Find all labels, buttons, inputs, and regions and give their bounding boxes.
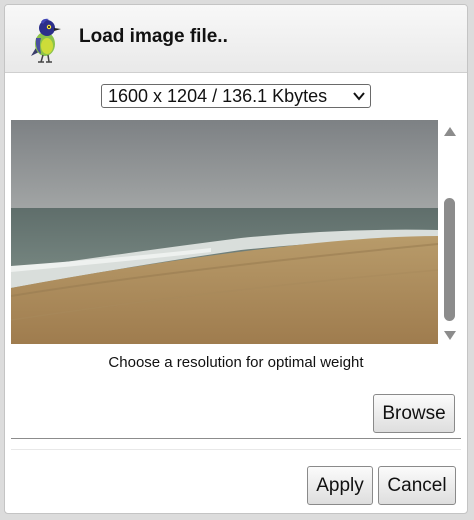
resolution-select-value: 1600 x 1204 / 136.1 Kbytes	[108, 86, 328, 106]
preview-scrollbar[interactable]	[441, 120, 459, 344]
bird-logo-icon	[31, 18, 61, 63]
image-preview	[11, 120, 438, 344]
beach-photo	[11, 120, 438, 344]
load-image-dialog: Load image file.. 1600 x 1204 / 136.1 Kb…	[4, 4, 468, 514]
apply-button[interactable]: Apply	[307, 466, 373, 505]
scroll-up-arrow-icon[interactable]	[443, 124, 457, 138]
chevron-down-icon	[353, 92, 365, 101]
resolution-hint: Choose a resolution for optimal weight	[108, 354, 364, 371]
dialog-header: Load image file..	[5, 5, 467, 73]
divider	[11, 449, 461, 450]
scrollbar-thumb[interactable]	[444, 198, 455, 321]
browse-button[interactable]: Browse	[373, 394, 455, 433]
cancel-button[interactable]: Cancel	[378, 466, 456, 505]
dialog-title: Load image file..	[79, 26, 228, 47]
divider	[11, 438, 461, 439]
scroll-down-arrow-icon[interactable]	[443, 328, 457, 342]
resolution-select[interactable]: 1600 x 1204 / 136.1 Kbytes	[101, 84, 371, 108]
